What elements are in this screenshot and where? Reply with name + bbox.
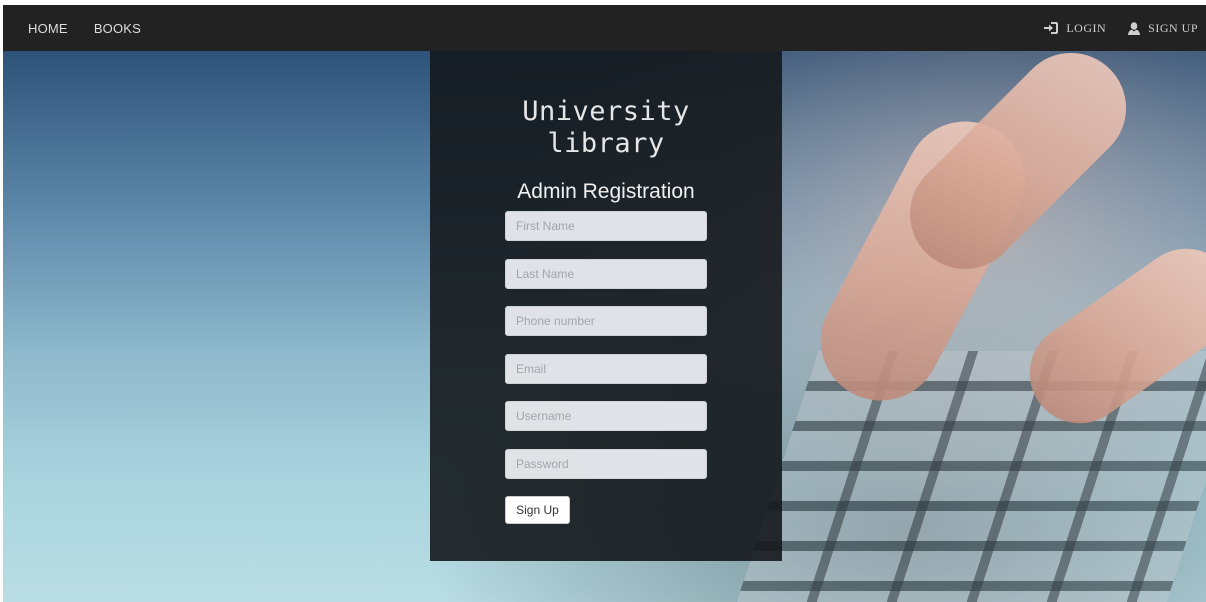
registration-form: Sign Up xyxy=(505,211,707,524)
phone-number-input[interactable] xyxy=(505,306,707,336)
nav-signup-link[interactable]: SIGN UP xyxy=(1128,21,1198,36)
username-input[interactable] xyxy=(505,401,707,431)
nav-login-label: LOGIN xyxy=(1066,20,1107,35)
nav-left: HOME BOOKS xyxy=(3,21,167,36)
nav-right: LOGIN SIGN UP xyxy=(1022,21,1206,36)
site-brand: University library xyxy=(481,96,731,160)
nav-signup-label: SIGN UP xyxy=(1148,20,1198,35)
brand-line-1: University xyxy=(522,96,690,127)
brand-line-2: library xyxy=(547,128,665,159)
page-frame: HOME BOOKS LOGIN SIGN UP University libr… xyxy=(3,5,1206,602)
sign-up-button[interactable]: Sign Up xyxy=(505,495,570,524)
top-navbar: HOME BOOKS LOGIN SIGN UP xyxy=(3,5,1206,51)
nav-login-link[interactable]: LOGIN xyxy=(1044,21,1106,36)
hero-background: University library Admin Registration Si… xyxy=(3,51,1206,602)
nav-home-link[interactable]: HOME xyxy=(28,21,68,36)
form-title: Admin Registration xyxy=(517,180,695,203)
user-icon xyxy=(1128,21,1141,35)
email-input[interactable] xyxy=(505,353,707,384)
password-input[interactable] xyxy=(505,448,707,479)
log-in-icon xyxy=(1044,22,1059,34)
nav-books-link[interactable]: BOOKS xyxy=(94,21,141,36)
registration-panel: University library Admin Registration Si… xyxy=(430,51,782,561)
last-name-input[interactable] xyxy=(505,258,707,289)
first-name-input[interactable] xyxy=(505,211,707,241)
